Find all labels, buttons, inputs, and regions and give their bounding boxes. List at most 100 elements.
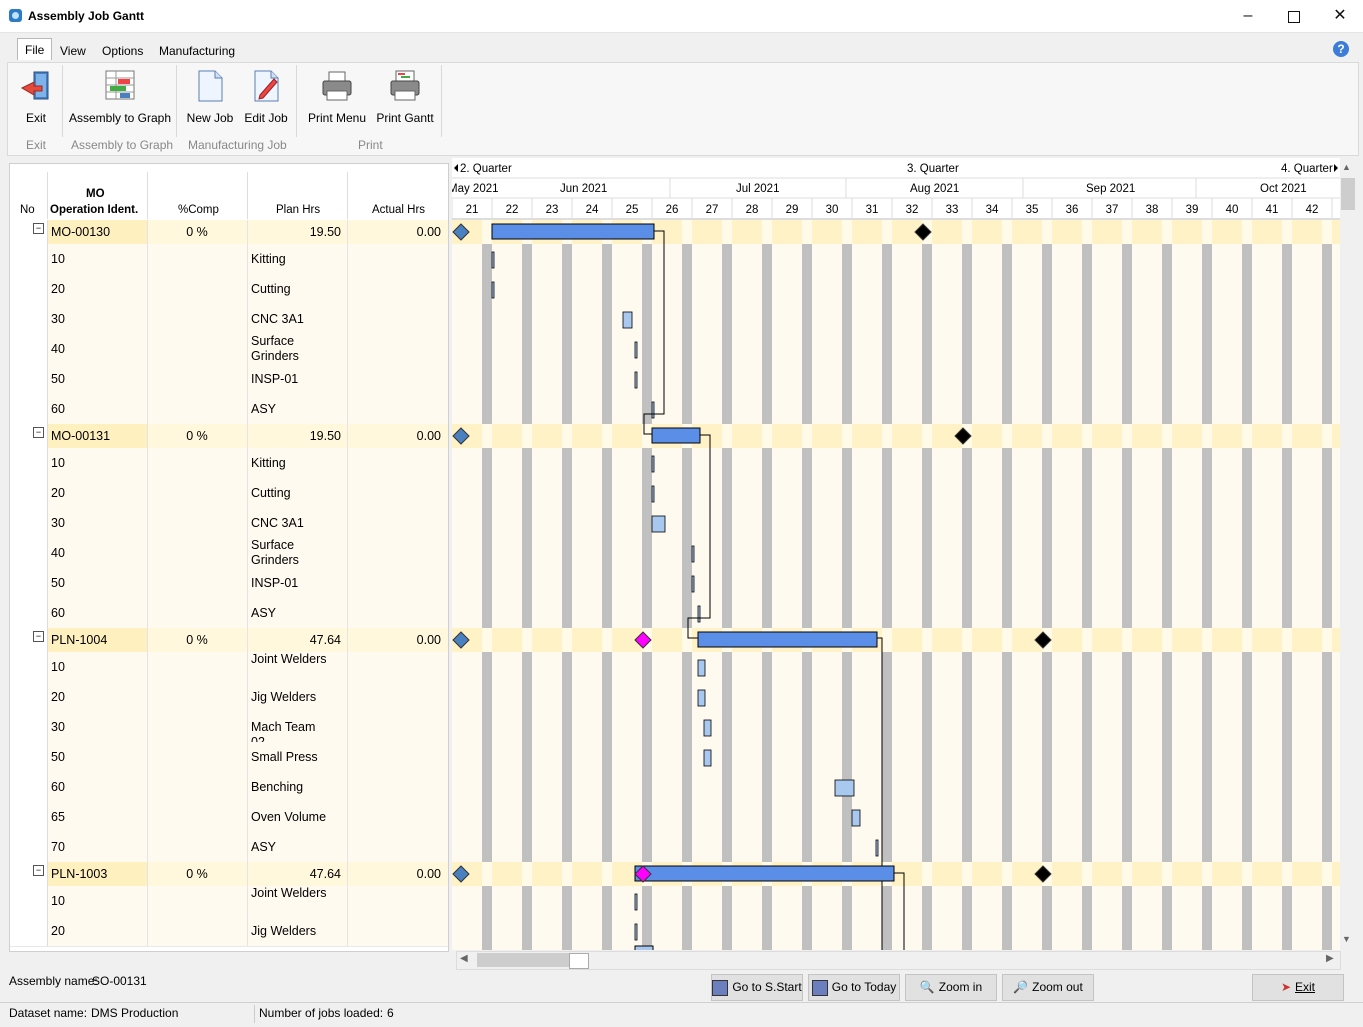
operation-bar[interactable]: [634, 371, 638, 389]
operation-bar[interactable]: [691, 545, 695, 563]
operation-bar[interactable]: [491, 281, 495, 299]
column-header-no[interactable]: No: [20, 204, 35, 216]
collapse-icon[interactable]: −: [33, 427, 44, 438]
print-gantt-button[interactable]: Print Gantt: [374, 63, 436, 125]
print-menu-button[interactable]: Print Menu: [306, 63, 368, 125]
operation-row[interactable]: 10 Kitting: [10, 448, 448, 479]
operation-bar[interactable]: [697, 659, 706, 677]
operation-row[interactable]: 30 CNC 3A1: [10, 508, 448, 539]
minimize-button[interactable]: –: [1225, 0, 1271, 32]
collapse-icon[interactable]: −: [33, 223, 44, 234]
assembly-name-label: Assembly name:: [9, 974, 98, 988]
job-bar[interactable]: [634, 865, 895, 882]
operation-row[interactable]: 60 ASY: [10, 598, 448, 629]
operation-row[interactable]: 40 Surface Grinders: [10, 538, 448, 569]
operation-bar[interactable]: [851, 809, 861, 827]
gantt-chart[interactable]: 2. Quarter 3. Quarter 4. Quarter May 2021 Ju…: [452, 158, 1340, 950]
operation-bar[interactable]: [634, 923, 638, 941]
menu-manufacturing[interactable]: Manufacturing: [159, 44, 235, 58]
job-bar[interactable]: [697, 631, 878, 648]
operation-bar[interactable]: [651, 455, 655, 473]
job-plan-hrs: 19.50: [309, 225, 341, 239]
new-job-label: New Job: [186, 111, 234, 125]
column-header-plan-hrs[interactable]: Plan Hrs: [276, 204, 320, 216]
operation-row[interactable]: 40 Surface Grinders: [10, 334, 448, 365]
operation-row[interactable]: 30 CNC 3A1: [10, 304, 448, 335]
scroll-down-icon[interactable]: ▼: [1342, 934, 1351, 944]
collapse-icon[interactable]: −: [33, 865, 44, 876]
menu-file[interactable]: File: [17, 38, 53, 60]
operation-row[interactable]: 60 ASY: [10, 394, 448, 425]
job-row[interactable]: − PLN-1004 0 % 47.64 0.00: [10, 628, 448, 653]
exit-footer-button[interactable]: ➤ Exit: [1252, 974, 1344, 1001]
operation-bar[interactable]: [875, 839, 879, 857]
operation-row[interactable]: 20 Cutting: [10, 274, 448, 305]
gantt-canvas[interactable]: 2. Quarter 3. Quarter 4. Quarter May 2021 Ju…: [452, 158, 1340, 950]
zoom-out-button[interactable]: 🔎 Zoom out: [1002, 974, 1094, 1001]
menu-view[interactable]: View: [60, 44, 86, 58]
assembly-to-graph-button[interactable]: Assembly to Graph: [66, 63, 174, 125]
scroll-right-icon[interactable]: ▶: [1326, 953, 1334, 964]
week-label: 36: [1066, 204, 1079, 216]
column-header-actual-hrs[interactable]: Actual Hrs: [372, 204, 425, 216]
edit-job-button[interactable]: Edit Job: [242, 63, 290, 125]
operation-bar[interactable]: [634, 945, 654, 950]
operation-bar[interactable]: [651, 485, 655, 503]
operation-row[interactable]: 50 INSP-01: [10, 364, 448, 395]
operation-bar[interactable]: [651, 401, 655, 419]
go-to-today-button[interactable]: Go to Today: [808, 974, 900, 1001]
operation-row[interactable]: 20 Jig Welders: [10, 916, 448, 947]
operation-bar[interactable]: [634, 341, 638, 359]
operation-row[interactable]: 10 Joint Welders: [10, 652, 448, 683]
collapse-icon[interactable]: −: [33, 631, 44, 642]
new-job-button[interactable]: New Job: [184, 63, 236, 125]
operation-row[interactable]: 70 ASY: [10, 832, 448, 863]
operation-row[interactable]: 10 Kitting: [10, 244, 448, 275]
column-header-operation[interactable]: Operation Ident.: [50, 204, 138, 216]
vertical-scrollbar[interactable]: ▲ ▼: [1340, 158, 1357, 950]
job-bar[interactable]: [491, 223, 655, 240]
horizontal-scrollbar[interactable]: ◀ ▶: [456, 951, 1341, 970]
close-button[interactable]: ✕: [1317, 0, 1363, 32]
vertical-scroll-thumb[interactable]: [1341, 178, 1355, 210]
operation-bar[interactable]: [651, 515, 666, 533]
operation-row[interactable]: 50 INSP-01: [10, 568, 448, 599]
maximize-button[interactable]: [1271, 0, 1317, 32]
scroll-up-icon[interactable]: ▲: [1342, 162, 1351, 172]
column-header-comp[interactable]: %Comp: [178, 204, 219, 216]
scroll-left-icon[interactable]: ◀: [460, 953, 468, 964]
operation-bar[interactable]: [703, 749, 712, 767]
operation-bar[interactable]: [697, 689, 706, 707]
operation-bar[interactable]: [697, 605, 701, 623]
go-to-start-button[interactable]: Go to S.Start: [711, 974, 803, 1001]
go-today-icon: [811, 979, 828, 996]
job-bar[interactable]: [651, 427, 701, 444]
job-row[interactable]: − PLN-1003 0 % 47.64 0.00: [10, 862, 448, 887]
horizontal-scroll-thumb[interactable]: [569, 953, 589, 969]
job-row[interactable]: − MO-00131 0 % 19.50 0.00: [10, 424, 448, 449]
operation-bar[interactable]: [691, 575, 695, 593]
operation-row[interactable]: 20 Cutting: [10, 478, 448, 509]
operation-bar[interactable]: [703, 719, 712, 737]
operation-resource: CNC 3A1: [251, 312, 304, 326]
zoom-in-button[interactable]: 🔍 Zoom in: [905, 974, 997, 1001]
job-row[interactable]: − MO-00130 0 % 19.50 0.00: [10, 220, 448, 245]
edit-job-label: Edit Job: [244, 111, 288, 125]
operation-bar[interactable]: [491, 251, 495, 269]
horizontal-scroll-track[interactable]: [477, 953, 569, 967]
dataset-name-value: DMS Production: [91, 1006, 179, 1020]
operation-bar[interactable]: [634, 893, 638, 911]
operation-bar[interactable]: [834, 779, 855, 797]
weekend-stripe: [922, 220, 932, 950]
menu-options[interactable]: Options: [102, 44, 143, 58]
operation-row[interactable]: 30Mach Team 02: [10, 712, 448, 749]
operation-row[interactable]: 10 Joint Welders: [10, 886, 448, 917]
operation-row[interactable]: 65 Oven Volume: [10, 802, 448, 833]
week-label: 42: [1306, 204, 1319, 216]
exit-ribbon-button[interactable]: Exit: [14, 63, 58, 125]
operation-bar[interactable]: [622, 311, 633, 329]
help-icon[interactable]: ?: [1333, 41, 1349, 57]
operation-row[interactable]: 20 Jig Welders: [10, 682, 448, 713]
operation-row[interactable]: 60 Benching: [10, 772, 448, 803]
operation-row[interactable]: 50 Small Press: [10, 742, 448, 773]
